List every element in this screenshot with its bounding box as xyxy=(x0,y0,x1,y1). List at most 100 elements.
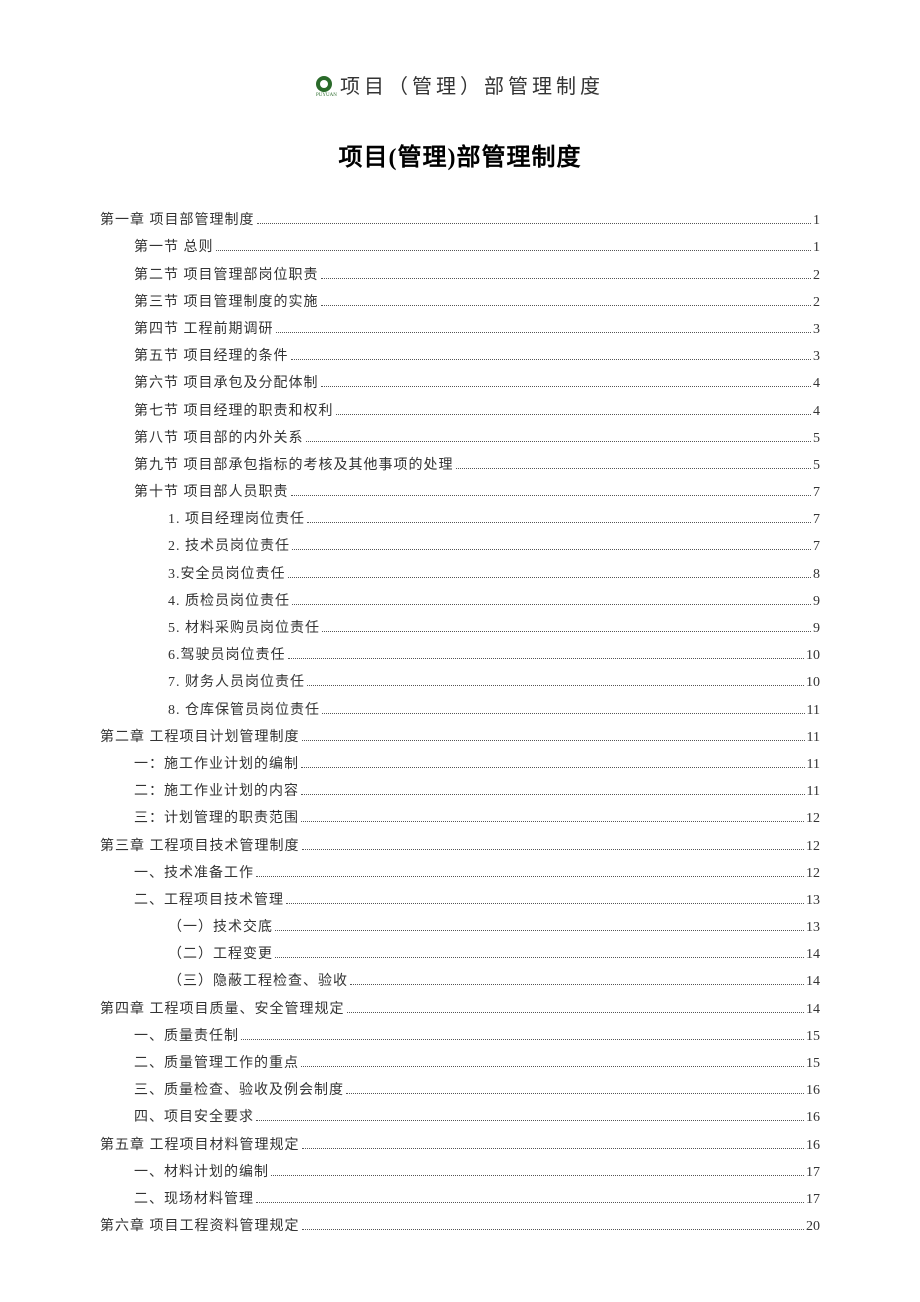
toc-entry[interactable]: 一、质量责任制15 xyxy=(100,1022,820,1049)
toc-entry-label: 1. 项目经理岗位责任 xyxy=(168,513,305,527)
toc-entry[interactable]: 7. 财务人员岗位责任10 xyxy=(100,668,820,695)
toc-entry-label: 7. 财务人员岗位责任 xyxy=(168,676,305,690)
toc-leader xyxy=(301,1055,804,1067)
toc-entry[interactable]: 二、质量管理工作的重点15 xyxy=(100,1049,820,1076)
toc-entry[interactable]: 6.驾驶员岗位责任 10 xyxy=(100,641,820,668)
toc-leader xyxy=(321,375,812,387)
toc-leader xyxy=(302,1136,805,1148)
toc-entry-page: 14 xyxy=(806,948,820,962)
toc-entry[interactable]: 三、质量检查、验收及例会制度 16 xyxy=(100,1076,820,1103)
toc-entry[interactable]: （三）隐蔽工程检查、验收14 xyxy=(100,967,820,994)
toc-entry-page: 8 xyxy=(813,568,820,582)
toc-leader xyxy=(271,1164,804,1176)
toc-entry-label: 二、现场材料管理 xyxy=(134,1193,254,1207)
toc-entry[interactable]: 第七节 项目经理的职责和权利4 xyxy=(100,396,820,423)
toc-entry[interactable]: 第二节 项目管理部岗位职责2 xyxy=(100,260,820,287)
table-of-contents: 第一章 项目部管理制度1第一节 总则1第二节 项目管理部岗位职责2第三节 项目管… xyxy=(100,206,820,1239)
toc-entry-label: 第二章 工程项目计划管理制度 xyxy=(100,731,300,745)
toc-entry-label: 一、技术准备工作 xyxy=(134,867,254,881)
toc-entry-label: 一、材料计划的编制 xyxy=(134,1166,269,1180)
toc-entry-label: 第六节 项目承包及分配体制 xyxy=(134,377,319,391)
toc-entry[interactable]: 第四节 工程前期调研3 xyxy=(100,315,820,342)
toc-entry[interactable]: 第一章 项目部管理制度1 xyxy=(100,206,820,233)
toc-entry-label: 三：计划管理的职责范围 xyxy=(134,812,299,826)
toc-leader xyxy=(306,430,812,442)
toc-entry[interactable]: 第五章 工程项目材料管理规定16 xyxy=(100,1130,820,1157)
toc-entry[interactable]: 二、工程项目技术管理13 xyxy=(100,886,820,913)
document-title: 项目(管理)部管理制度 xyxy=(100,137,820,172)
toc-entry-label: 第八节 项目部的内外关系 xyxy=(134,432,304,446)
toc-entry[interactable]: （一）技术交底13 xyxy=(100,913,820,940)
brand-logo-text: PUYUAN xyxy=(316,93,334,98)
toc-leader xyxy=(256,865,804,877)
toc-entry[interactable]: 一、材料计划的编制 17 xyxy=(100,1158,820,1185)
toc-leader xyxy=(336,402,812,414)
toc-entry[interactable]: 第一节 总则1 xyxy=(100,233,820,260)
brand-logo-icon: PUYUAN xyxy=(316,76,334,94)
toc-leader xyxy=(301,783,805,795)
toc-entry[interactable]: 8. 仓库保管员岗位责任11 xyxy=(100,695,820,722)
toc-entry-page: 16 xyxy=(806,1111,820,1125)
toc-entry-label: 6.驾驶员岗位责任 xyxy=(168,649,286,663)
toc-entry-page: 5 xyxy=(813,459,820,473)
toc-entry[interactable]: 第十节 项目部人员职责7 xyxy=(100,478,820,505)
toc-entry-label: 第三章 工程项目技术管理制度 xyxy=(100,840,300,854)
toc-leader xyxy=(350,973,804,985)
toc-entry-page: 17 xyxy=(806,1166,820,1180)
toc-entry-label: 三、质量检查、验收及例会制度 xyxy=(134,1084,344,1098)
toc-entry[interactable]: 一、技术准备工作 12 xyxy=(100,859,820,886)
toc-entry[interactable]: 二：施工作业计划的内容 11 xyxy=(100,777,820,804)
toc-entry-page: 11 xyxy=(807,704,820,718)
toc-entry-page: 15 xyxy=(806,1030,820,1044)
toc-entry-page: 12 xyxy=(806,812,820,826)
toc-entry[interactable]: 第四章 工程项目质量、安全管理规定14 xyxy=(100,994,820,1021)
toc-entry[interactable]: 一：施工作业计划的编制11 xyxy=(100,750,820,777)
toc-leader xyxy=(347,1000,805,1012)
toc-entry[interactable]: 1. 项目经理岗位责任7 xyxy=(100,505,820,532)
toc-leader xyxy=(216,239,812,251)
toc-leader xyxy=(307,511,811,523)
toc-leader xyxy=(291,348,812,360)
toc-entry-page: 11 xyxy=(807,758,820,772)
toc-entry-page: 16 xyxy=(806,1084,820,1098)
toc-leader xyxy=(286,892,804,904)
toc-entry-page: 1 xyxy=(813,214,820,228)
toc-leader xyxy=(346,1082,804,1094)
toc-entry-page: 17 xyxy=(806,1193,820,1207)
toc-entry[interactable]: 四、项目安全要求16 xyxy=(100,1103,820,1130)
toc-entry-page: 10 xyxy=(806,649,820,663)
toc-entry-page: 9 xyxy=(813,622,820,636)
toc-leader xyxy=(292,538,811,550)
toc-leader xyxy=(302,729,805,741)
toc-entry[interactable]: 第八节 项目部的内外关系5 xyxy=(100,424,820,451)
toc-entry[interactable]: 第六节 项目承包及分配体制4 xyxy=(100,369,820,396)
toc-entry[interactable]: 第六章 项目工程资料管理规定20 xyxy=(100,1212,820,1239)
toc-entry[interactable]: 第三节 项目管理制度的实施2 xyxy=(100,288,820,315)
toc-leader xyxy=(321,294,812,306)
toc-leader xyxy=(456,457,812,469)
toc-entry[interactable]: （二）工程变更 14 xyxy=(100,940,820,967)
toc-entry-label: 二：施工作业计划的内容 xyxy=(134,785,299,799)
toc-entry[interactable]: 4. 质检员岗位责任9 xyxy=(100,587,820,614)
toc-entry[interactable]: 三：计划管理的职责范围 12 xyxy=(100,804,820,831)
toc-entry[interactable]: 二、现场材料管理 17 xyxy=(100,1185,820,1212)
header-title: 项目（管理）部管理制度 xyxy=(340,70,604,99)
toc-entry-page: 11 xyxy=(807,785,820,799)
toc-entry[interactable]: 第九节 项目部承包指标的考核及其他事项的处理 5 xyxy=(100,451,820,478)
toc-entry[interactable]: 第二章 工程项目计划管理制度11 xyxy=(100,723,820,750)
toc-entry-page: 12 xyxy=(806,867,820,881)
toc-entry[interactable]: 第五节 项目经理的条件3 xyxy=(100,342,820,369)
toc-entry-label: （二）工程变更 xyxy=(168,948,273,962)
toc-entry-label: 2. 技术员岗位责任 xyxy=(168,540,290,554)
toc-entry-page: 1 xyxy=(813,241,820,255)
toc-leader xyxy=(256,1109,804,1121)
toc-leader xyxy=(292,593,811,605)
toc-entry[interactable]: 3.安全员岗位责任8 xyxy=(100,559,820,586)
toc-entry-label: 第七节 项目经理的职责和权利 xyxy=(134,405,334,419)
toc-entry[interactable]: 5. 材料采购员岗位责任9 xyxy=(100,614,820,641)
toc-entry[interactable]: 2. 技术员岗位责任7 xyxy=(100,532,820,559)
toc-entry[interactable]: 第三章 工程项目技术管理制度12 xyxy=(100,831,820,858)
toc-leader xyxy=(275,919,804,931)
toc-entry-label: 第九节 项目部承包指标的考核及其他事项的处理 xyxy=(134,459,454,473)
toc-entry-page: 15 xyxy=(806,1057,820,1071)
